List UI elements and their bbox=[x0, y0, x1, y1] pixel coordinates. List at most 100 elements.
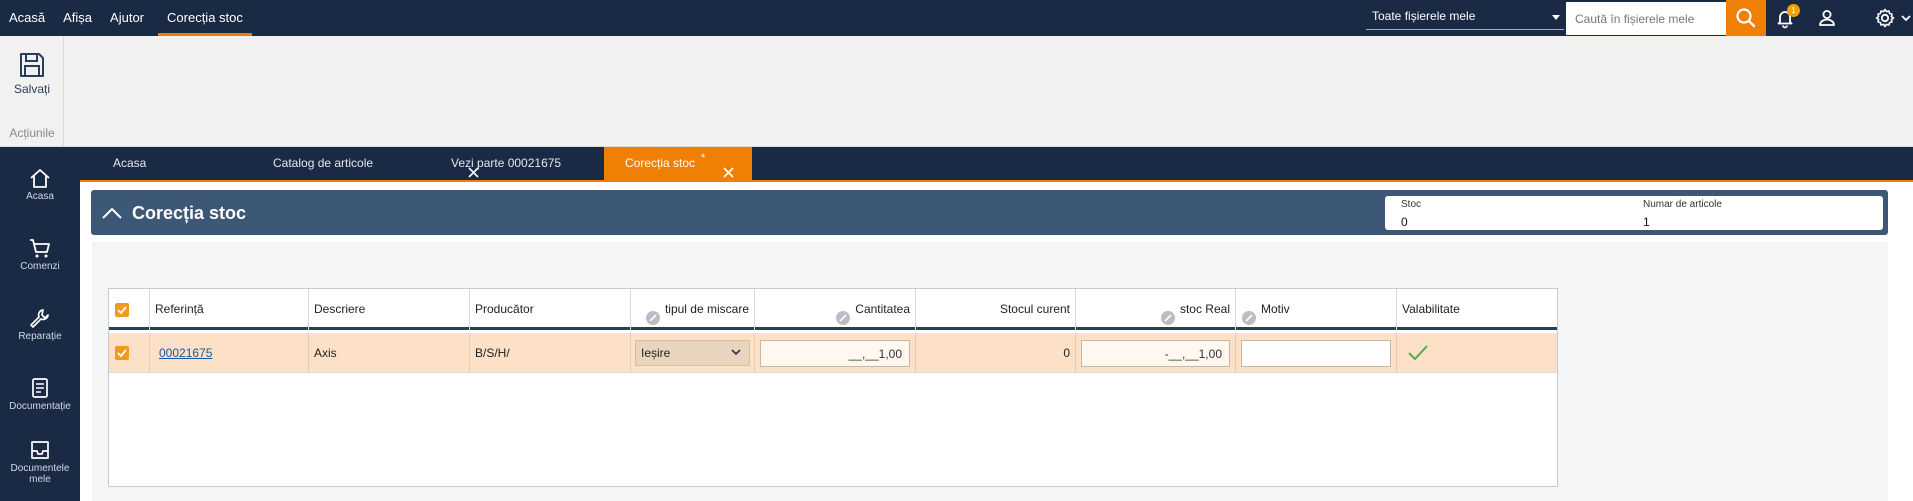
stock-correction-table: Referință Descriere Producător tipul de … bbox=[108, 288, 1558, 487]
cell-stocul-curent: 0 bbox=[916, 333, 1076, 373]
column-header-label: Cantitatea bbox=[855, 302, 910, 316]
reason-input[interactable] bbox=[1241, 340, 1391, 367]
top-navigation-bar: Acasă Afișa Ajutor Corecția stoc Toate f… bbox=[0, 0, 1913, 36]
column-header-stocul-curent[interactable]: Stocul curent bbox=[916, 289, 1076, 330]
sidebar-item-acasa[interactable]: Acasa bbox=[0, 167, 80, 202]
sidebar-item-documentatie[interactable]: Documentație bbox=[0, 377, 80, 412]
ribbon-toolbar: Salvați Acțiunile bbox=[0, 36, 1913, 147]
ribbon-group-label: Acțiunile bbox=[9, 126, 55, 140]
sidebar-item-documentele-mele[interactable]: Documentele mele bbox=[0, 439, 80, 485]
sidebar-item-label: Documentație bbox=[9, 401, 71, 412]
tab-label: Catalog de articole bbox=[273, 156, 374, 170]
column-header-label: Motiv bbox=[1261, 302, 1290, 316]
ribbon-group-actions: Salvați Acțiunile bbox=[0, 36, 64, 147]
document-tabs: Acasa Catalog de articole Vezi parte 000… bbox=[80, 147, 1913, 180]
select-all-cell bbox=[109, 289, 150, 330]
column-header-producator[interactable]: Producător bbox=[470, 289, 631, 330]
column-header-label: stoc Real bbox=[1179, 302, 1230, 316]
menu-item-corectia-stoc[interactable]: Corecția stoc bbox=[158, 0, 252, 36]
stock-summary-box: Stoc 0 Numar de articole 1 bbox=[1385, 196, 1883, 230]
editable-column-icon bbox=[645, 302, 661, 325]
settings-menu-chevron[interactable] bbox=[1899, 6, 1913, 30]
gear-icon bbox=[1875, 8, 1895, 28]
cell-tipul-de-miscare: Ieșire bbox=[631, 333, 755, 373]
menu-item-afisa[interactable]: Afișa bbox=[54, 0, 101, 36]
quantity-input[interactable] bbox=[760, 340, 910, 367]
caret-down-icon bbox=[1552, 15, 1560, 20]
cell-descriere: Axis bbox=[309, 333, 470, 373]
movement-type-select[interactable]: Ieșire bbox=[635, 340, 750, 366]
valid-check-icon bbox=[1408, 345, 1428, 361]
search-button[interactable] bbox=[1726, 0, 1766, 36]
cell-stoc-real bbox=[1076, 333, 1236, 373]
editable-column-icon bbox=[835, 302, 851, 325]
kpi-stoc-label: Stoc bbox=[1401, 199, 1422, 210]
wrench-icon bbox=[30, 309, 49, 328]
editable-column-icon bbox=[1160, 302, 1176, 325]
cell-valabilitate bbox=[1397, 333, 1557, 373]
table-row[interactable]: 00021675 Axis B/S/H/ Ieșire 0 bbox=[109, 333, 1557, 373]
notification-count-badge: 1 bbox=[1787, 4, 1800, 17]
tab-label: Corecția stoc bbox=[625, 156, 696, 170]
table-header: Referință Descriere Producător tipul de … bbox=[109, 289, 1557, 330]
top-menu: Acasă Afișa Ajutor Corecția stoc bbox=[0, 0, 252, 36]
editable-column-icon bbox=[1241, 302, 1257, 325]
search-icon bbox=[1736, 8, 1756, 28]
checkmark-icon bbox=[117, 349, 127, 358]
close-tab-button[interactable] bbox=[723, 158, 734, 178]
search-input[interactable] bbox=[1566, 2, 1726, 35]
cell-referinta: 00021675 bbox=[150, 333, 309, 373]
column-header-label: tipul de miscare bbox=[664, 302, 749, 316]
column-header-motiv[interactable]: Motiv bbox=[1236, 289, 1397, 330]
user-profile-button[interactable] bbox=[1815, 6, 1839, 30]
tab-label: Acasa bbox=[113, 156, 147, 170]
settings-button[interactable] bbox=[1873, 6, 1897, 30]
chevron-up-icon bbox=[102, 207, 122, 219]
sidebar-item-label: Reparație bbox=[18, 331, 62, 342]
menu-item-acasa[interactable]: Acasă bbox=[0, 0, 54, 36]
select-all-checkbox[interactable] bbox=[115, 303, 129, 317]
panel-title: Corecția stoc bbox=[132, 203, 247, 223]
column-header-referinta[interactable]: Referință bbox=[150, 289, 309, 330]
tab-label: Vezi parte 00021675 bbox=[451, 156, 562, 170]
search-scope-label: Toate fișierele mele bbox=[1372, 9, 1476, 23]
column-header-tipul-de-miscare[interactable]: tipul de miscare bbox=[631, 289, 755, 330]
document-icon bbox=[32, 378, 48, 398]
cell-producator: B/S/H/ bbox=[470, 333, 631, 373]
tab-vezi-parte[interactable]: Vezi parte 00021675 bbox=[451, 147, 662, 180]
save-button-label: Salvați bbox=[13, 82, 51, 96]
column-header-cantitatea[interactable]: Cantitatea bbox=[755, 289, 916, 330]
kpi-articole-value: 1 bbox=[1643, 215, 1650, 229]
sidebar-item-label: Acasa bbox=[26, 191, 54, 202]
chevron-down-icon bbox=[1901, 15, 1911, 22]
save-button[interactable]: Salvați bbox=[6, 50, 58, 108]
column-header-valabilitate[interactable]: Valabilitate bbox=[1397, 289, 1557, 330]
tab-modified-mark: * bbox=[701, 152, 706, 164]
cell-cantitatea bbox=[755, 333, 916, 373]
cart-icon bbox=[30, 239, 50, 258]
row-checkbox[interactable] bbox=[115, 346, 129, 360]
sidebar-item-comenzi[interactable]: Comenzi bbox=[0, 237, 80, 272]
inbox-icon bbox=[31, 441, 49, 459]
sidebar-item-label: Comenzi bbox=[20, 261, 60, 272]
reference-link[interactable]: 00021675 bbox=[159, 346, 212, 360]
column-header-descriere[interactable]: Descriere bbox=[309, 289, 470, 330]
search-scope-select[interactable]: Toate fișierele mele bbox=[1366, 4, 1564, 30]
sidebar-item-reparatie[interactable]: Reparație bbox=[0, 307, 80, 342]
movement-type-value: Ieșire bbox=[641, 346, 671, 360]
sidebar-item-label: Documentele mele bbox=[10, 463, 70, 485]
real-stock-input[interactable] bbox=[1081, 340, 1230, 367]
collapse-panel-button[interactable] bbox=[101, 203, 123, 223]
tab-acasa[interactable]: Acasa bbox=[80, 147, 204, 180]
kpi-articole-label: Numar de articole bbox=[1643, 199, 1722, 210]
kpi-stoc-value: 0 bbox=[1401, 215, 1408, 229]
tab-catalog-articole-label[interactable]: Catalog de articole bbox=[273, 147, 479, 180]
menu-item-ajutor[interactable]: Ajutor bbox=[101, 0, 153, 36]
floppy-disk-icon bbox=[20, 53, 44, 77]
user-icon bbox=[1819, 10, 1835, 26]
chevron-down-icon bbox=[731, 349, 741, 356]
row-select-cell bbox=[109, 333, 150, 373]
home-icon bbox=[30, 169, 50, 188]
column-header-stoc-real[interactable]: stoc Real bbox=[1076, 289, 1236, 330]
tab-corectia-stoc[interactable]: Corecția stoc * bbox=[604, 147, 752, 180]
